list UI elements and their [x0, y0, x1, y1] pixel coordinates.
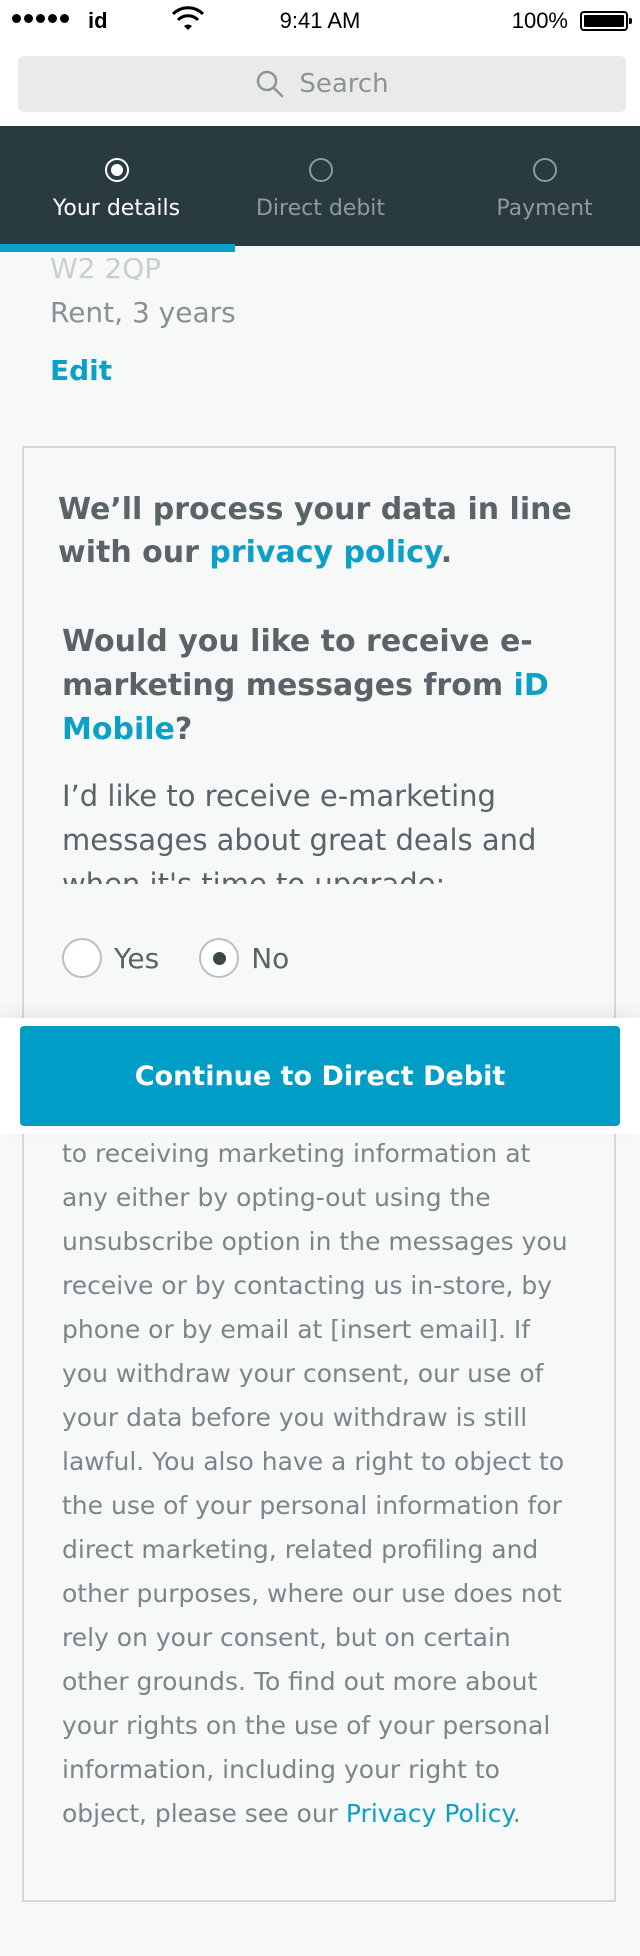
cta-container: Continue to Direct Debit [0, 1018, 640, 1134]
search-bar-container: Search [0, 44, 640, 126]
edit-address-link[interactable]: Edit [50, 354, 112, 387]
radio-label-yes: Yes [114, 941, 160, 975]
status-bar: id 9:41 AM 100% [0, 0, 640, 44]
privacy-statement-suffix: . [440, 535, 453, 570]
radio-option-yes[interactable]: Yes [62, 938, 159, 978]
step-radio-icon [308, 158, 333, 182]
marketing-question: Would you like to receive e-marketing me… [62, 620, 582, 752]
marketing-radio-group: Yes No [62, 938, 329, 978]
address-tenure: Rent, 3 years [50, 296, 236, 329]
step-payment[interactable]: Payment [438, 126, 640, 246]
step-label: Direct debit [255, 196, 386, 221]
radio-icon[interactable] [62, 938, 102, 978]
step-your-details[interactable]: Your details [10, 126, 223, 246]
active-step-indicator [0, 244, 235, 252]
privacy-policy-footer-link[interactable]: Privacy Policy [346, 1799, 513, 1828]
marketing-consent-card: We’ll process your data in line with our… [22, 446, 616, 1902]
privacy-statement: We’ll process your data in line with our… [58, 488, 578, 574]
radio-checked-icon[interactable] [199, 938, 240, 978]
step-direct-debit[interactable]: Direct debit [214, 126, 427, 246]
step-label: Payment [496, 196, 593, 221]
address-postcode: W2 2QP [50, 258, 162, 280]
legal-suffix: . [512, 1799, 521, 1828]
question-suffix: ? [174, 712, 193, 747]
progress-stepper: Your details Direct debit Payment [0, 126, 640, 246]
battery-percent: 100% [511, 8, 568, 33]
legal-text: to receiving marketing information at an… [62, 1132, 582, 1836]
legal-body: to receiving marketing information at an… [62, 1139, 568, 1828]
search-placeholder: Search [299, 69, 389, 99]
radio-option-no[interactable]: No [199, 938, 289, 978]
search-input[interactable]: Search [18, 56, 626, 112]
search-icon [257, 70, 284, 98]
step-radio-icon [532, 158, 557, 182]
consent-description: I’d like to receive e-marketing messages… [62, 779, 537, 884]
continue-direct-debit-button[interactable]: Continue to Direct Debit [20, 1026, 620, 1126]
question-text: Would you like to receive e-marketing me… [62, 624, 533, 703]
step-label: Your details [52, 196, 181, 221]
step-radio-icon [104, 158, 129, 182]
battery-icon [580, 11, 632, 31]
radio-label-no: No [251, 941, 290, 975]
privacy-policy-link[interactable]: privacy policy [209, 535, 440, 570]
